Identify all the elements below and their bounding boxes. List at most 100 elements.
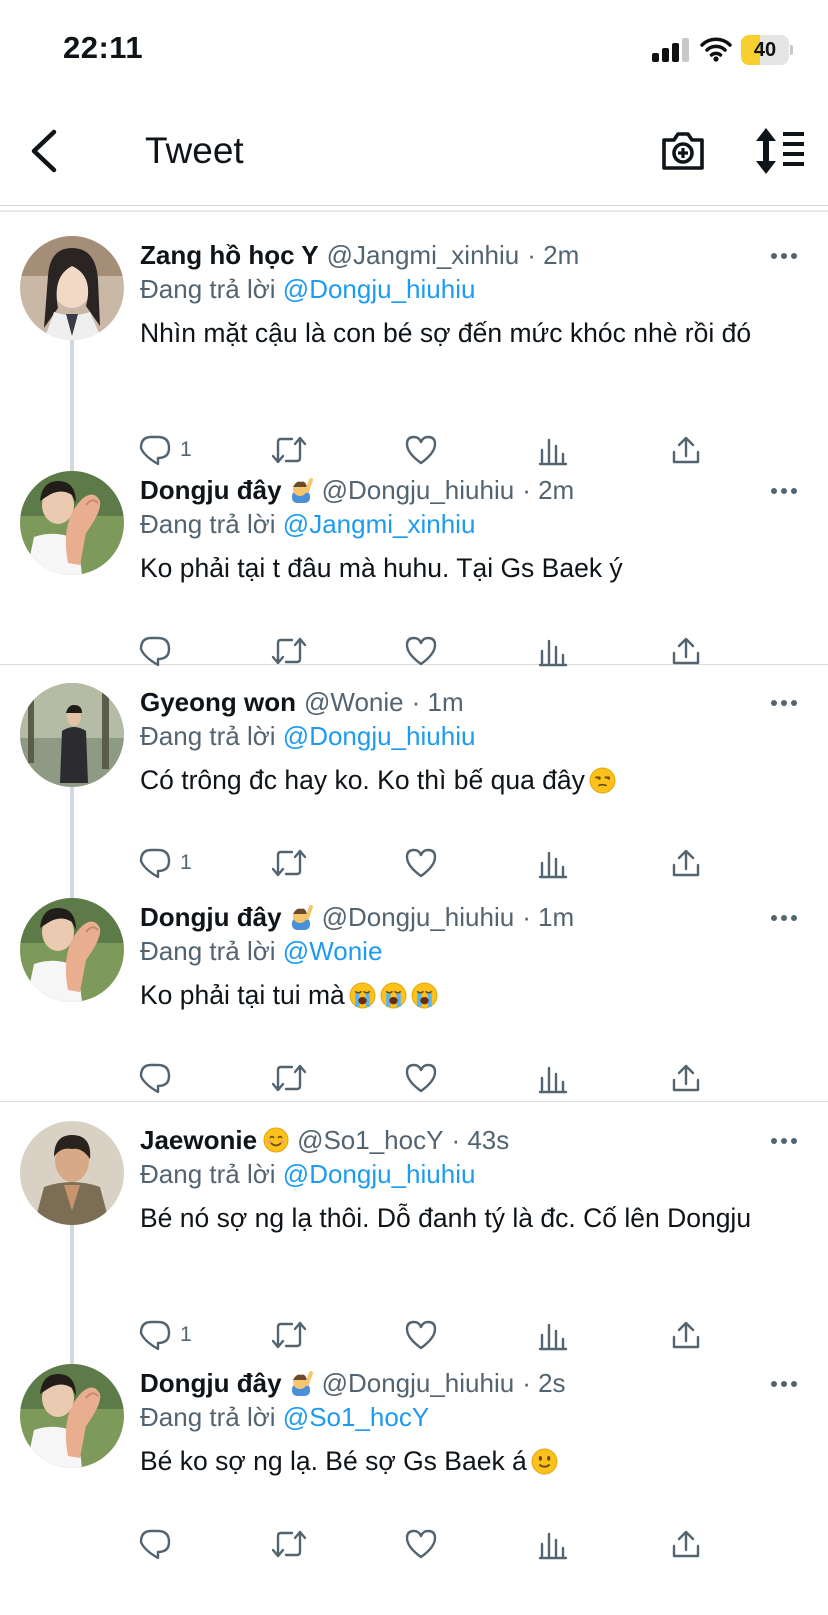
raising-hand-emoji (291, 1371, 313, 1396)
replying-to-label: Đang trả lời (140, 1402, 276, 1432)
replying-to-label: Đang trả lời (140, 721, 276, 751)
user-handle: @Jangmi_xinhiu (326, 240, 520, 270)
loudly-crying-face-emoji (411, 982, 438, 1009)
avatar[interactable] (20, 898, 124, 1002)
replying-to-label: Đang trả lời (140, 936, 276, 966)
avatar[interactable] (20, 236, 124, 340)
reply-count: 1 (180, 438, 192, 461)
status-bar: 22:11 40 (0, 0, 828, 100)
user-handle: @Dongju_hiuhiu (321, 475, 515, 505)
tweet-actions: 1 (138, 1315, 728, 1355)
more-options-icon[interactable] (770, 1380, 798, 1388)
avatar[interactable] (20, 1364, 124, 1468)
tweet-header: Dongju đây @Dongju_hiuhiu · 1m (140, 902, 574, 933)
reply-count: 1 (180, 851, 192, 874)
replying-to-label: Đang trả lời (140, 1159, 276, 1189)
tweet-text-content: Ko phải tại t đâu mà huhu. Tại Gs Baek ý (140, 553, 623, 583)
conversation-divider (0, 1101, 828, 1102)
status-time: 22:11 (63, 30, 144, 65)
replying-to: Đang trả lời @Jangmi_xinhiu (140, 509, 475, 540)
replying-to-label: Đang trả lời (140, 274, 276, 304)
replying-to: Đang trả lời @So1_hocY (140, 1402, 429, 1433)
display-name[interactable]: Gyeong won (140, 687, 296, 717)
wifi-icon (700, 37, 732, 62)
avatar[interactable] (20, 1121, 124, 1225)
tweet-actions (138, 1058, 728, 1098)
tweet-text-content: Có trông đc hay ko. Ko thì bế qua đây (140, 765, 585, 795)
user-handle: @Wonie (304, 687, 404, 717)
tweet-time: · 1m (522, 902, 575, 932)
tweet-text: Ko phải tại tui mà (140, 978, 780, 1012)
signal-icon (652, 38, 692, 62)
reply-count: 1 (180, 1323, 192, 1346)
tweet-actions (138, 1524, 728, 1564)
slightly-smiling-face-emoji (531, 1448, 558, 1475)
thread-connector (70, 1211, 74, 1379)
replying-to: Đang trả lời @Wonie (140, 936, 382, 967)
more-options-icon[interactable] (770, 1137, 798, 1145)
reply-mention-link[interactable]: @Dongju_hiuhiu (283, 721, 476, 751)
tweet-header: Dongju đây @Dongju_hiuhiu · 2s (140, 1368, 566, 1399)
display-name[interactable]: Dongju đây (140, 902, 282, 932)
tweet-header: Dongju đây @Dongju_hiuhiu · 2m (140, 475, 574, 506)
more-options-icon[interactable] (770, 699, 798, 707)
tweet-header: Gyeong won @Wonie · 1m (140, 687, 464, 718)
loudly-crying-face-emoji (380, 982, 407, 1009)
battery-level: 40 (753, 39, 777, 61)
top-navigation-bar: Tweet (0, 100, 828, 206)
tweet-text-content: Nhìn mặt cậu là con bé sợ đến mức khóc n… (140, 318, 752, 348)
tweet-text-content: Ko phải tại tui mà (140, 980, 345, 1010)
tweet-time: · 2m (527, 240, 580, 270)
display-name[interactable]: Jaewonie (140, 1125, 257, 1155)
tweet-header: Zang hồ học Y @Jangmi_xinhiu · 2m (140, 240, 579, 271)
reply-mention-link[interactable]: @Jangmi_xinhiu (283, 509, 476, 539)
tweet-actions (138, 631, 728, 671)
tweet-time: · 43s (451, 1125, 510, 1155)
more-options-icon[interactable] (770, 487, 798, 495)
camera-plus-icon[interactable] (660, 128, 706, 174)
display-name[interactable]: Dongju đây (140, 475, 282, 505)
back-chevron-icon[interactable] (28, 128, 62, 174)
header-divider (0, 210, 828, 216)
replying-to: Đang trả lời @Dongju_hiuhiu (140, 1159, 475, 1190)
tweet-time: · 2m (522, 475, 575, 505)
replying-to: Đang trả lời @Dongju_hiuhiu (140, 721, 475, 752)
user-handle: @Dongju_hiuhiu (321, 1368, 515, 1398)
more-options-icon[interactable] (770, 914, 798, 922)
loudly-crying-face-emoji (349, 982, 376, 1009)
replying-to-label: Đang trả lời (140, 509, 276, 539)
display-name[interactable]: Dongju đây (140, 1368, 282, 1398)
thread-connector (70, 340, 74, 480)
tweet-actions: 1 (138, 843, 728, 883)
reply-mention-link[interactable]: @Wonie (283, 936, 383, 966)
avatar[interactable] (20, 683, 124, 787)
tweet-time: · 2s (522, 1368, 566, 1398)
tweet-text: Bé nó sợ ng lạ thôi. Dỗ đanh tý là đc. C… (140, 1201, 780, 1235)
tweet-text-content: Bé nó sợ ng lạ thôi. Dỗ đanh tý là đc. C… (140, 1203, 752, 1233)
replying-to: Đang trả lời @Dongju_hiuhiu (140, 274, 475, 305)
unamused-face-emoji (589, 767, 616, 794)
avatar[interactable] (20, 471, 124, 575)
tweet-text-content: Bé ko sợ ng lạ. Bé sợ Gs Baek á (140, 1446, 527, 1476)
reply-mention-link[interactable]: @So1_hocY (283, 1402, 429, 1432)
thread-connector (70, 773, 74, 913)
sort-icon[interactable] (754, 126, 806, 176)
page-title: Tweet (145, 130, 244, 171)
tweet-text: Ko phải tại t đâu mà huhu. Tại Gs Baek ý (140, 551, 780, 585)
battery-icon: 40 (741, 35, 793, 65)
user-handle: @Dongju_hiuhiu (321, 902, 515, 932)
tweet-time: · 1m (411, 687, 464, 717)
reply-mention-link[interactable]: @Dongju_hiuhiu (283, 1159, 476, 1189)
display-name[interactable]: Zang hồ học Y (140, 240, 319, 270)
tweet-text: Bé ko sợ ng lạ. Bé sợ Gs Baek á (140, 1444, 780, 1478)
tweet-text: Nhìn mặt cậu là con bé sợ đến mức khóc n… (140, 316, 780, 350)
reply-mention-link[interactable]: @Dongju_hiuhiu (283, 274, 476, 304)
user-handle: @So1_hocY (297, 1125, 444, 1155)
more-options-icon[interactable] (770, 252, 798, 260)
raising-hand-emoji (291, 905, 313, 930)
tweet-actions: 1 (138, 430, 728, 470)
tweet-header: Jaewonie @So1_hocY · 43s (140, 1125, 509, 1156)
smiling-face-emoji (263, 1127, 289, 1153)
tweet-text: Có trông đc hay ko. Ko thì bế qua đây (140, 763, 780, 797)
raising-hand-emoji (291, 478, 313, 503)
